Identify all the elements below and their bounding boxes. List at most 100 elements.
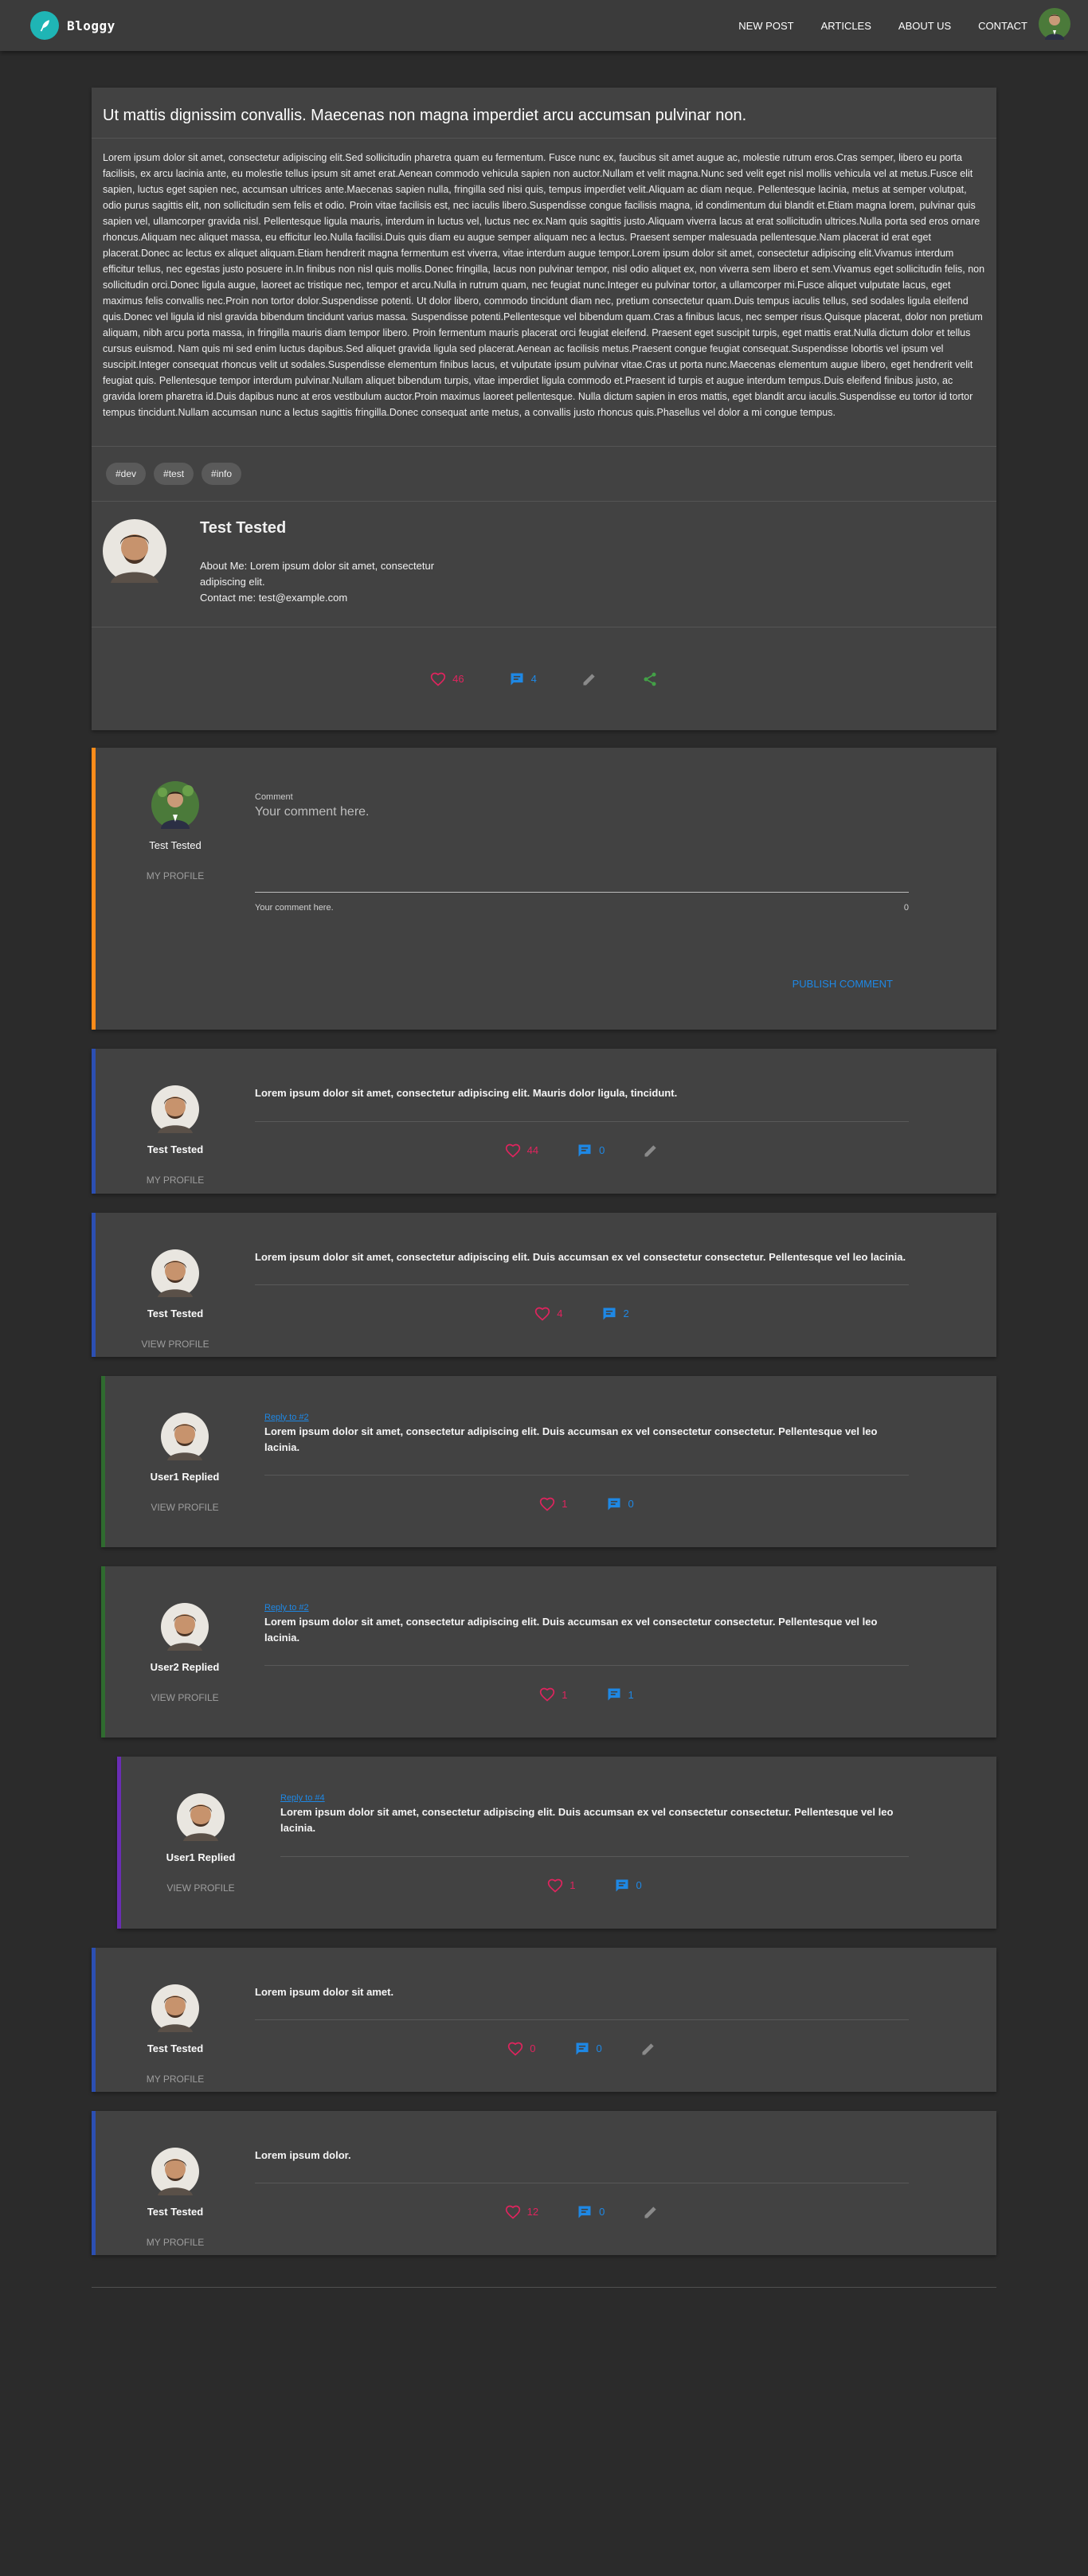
- commenter-avatar[interactable]: [161, 1602, 209, 1655]
- top-navbar: Bloggy NEW POST ARTICLES ABOUT US CONTAC…: [0, 0, 1088, 51]
- commenter-name: Test Tested: [147, 2042, 204, 2054]
- commenter-name: User2 Replied: [150, 1660, 220, 1673]
- commenter-avatar[interactable]: [151, 1249, 199, 1301]
- comment-icon: [576, 2042, 588, 2055]
- comment-text: Lorem ipsum dolor sit amet, consectetur …: [264, 1615, 878, 1644]
- edit-button[interactable]: [581, 671, 597, 687]
- profile-link[interactable]: VIEW PROFILE: [151, 1502, 218, 1513]
- comment-card: Test Tested MY PROFILE Lorem ipsum dolor…: [92, 2110, 996, 2255]
- edit-button[interactable]: [640, 2041, 656, 2057]
- heart-icon: [505, 2205, 520, 2219]
- tag-chip[interactable]: #test: [154, 463, 194, 485]
- commenter-avatar[interactable]: [177, 1793, 225, 1845]
- publish-comment-button[interactable]: PUBLISH COMMENT: [793, 978, 893, 990]
- comment-card: User1 Replied VIEW PROFILE Reply to #2 L…: [101, 1375, 996, 1547]
- commenter-avatar[interactable]: [151, 2147, 199, 2199]
- comment-label: Comment: [255, 792, 293, 803]
- comment-body: Lorem ipsum dolor sit amet, consectetur …: [255, 1213, 996, 1357]
- profile-link[interactable]: VIEW PROFILE: [141, 1339, 209, 1350]
- like-button[interactable]: 0: [507, 2041, 536, 2057]
- nav-about-us[interactable]: ABOUT US: [898, 20, 951, 32]
- author-avatar[interactable]: [103, 519, 166, 606]
- article-card: Ut mattis dignissim convallis. Maecenas …: [92, 88, 996, 731]
- comment-author: Test Tested MY PROFILE: [96, 2111, 255, 2255]
- comment-actions: 0 0: [255, 2041, 909, 2092]
- nav-new-post[interactable]: NEW POST: [738, 20, 793, 32]
- reply-count: 0: [596, 2042, 602, 2055]
- like-button[interactable]: 12: [505, 2204, 538, 2220]
- comment-text: Lorem ipsum dolor sit amet.: [255, 1985, 394, 1998]
- comment-form: Test Tested MY PROFILE Comment Your comm…: [92, 748, 996, 1030]
- commenter-name: Test Tested: [147, 1307, 204, 1319]
- reply-count: 1: [628, 1688, 634, 1701]
- author-name: Test Tested: [200, 519, 287, 537]
- comment-body: Lorem ipsum dolor sit amet, consectetur …: [255, 1049, 996, 1193]
- reply-button[interactable]: 0: [577, 2204, 605, 2220]
- nav-contact[interactable]: CONTACT: [978, 20, 1027, 32]
- commenter-avatar[interactable]: [161, 1412, 209, 1464]
- reply-to-link[interactable]: Reply to #2: [264, 1413, 909, 1422]
- reply-button[interactable]: 0: [614, 1878, 642, 1894]
- like-button[interactable]: 1: [547, 1878, 576, 1894]
- heart-icon: [508, 2042, 523, 2056]
- reply-to-link[interactable]: Reply to #2: [264, 1603, 909, 1612]
- comment-textarea[interactable]: [255, 805, 909, 893]
- tag-chip[interactable]: #info: [202, 463, 242, 485]
- heart-icon: [548, 1878, 563, 1893]
- profile-link[interactable]: MY PROFILE: [147, 1175, 204, 1186]
- user-avatar[interactable]: [151, 781, 199, 833]
- like-button[interactable]: 46: [430, 671, 464, 687]
- reply-button[interactable]: 0: [606, 1496, 634, 1512]
- comment-helper-text: Your comment here.: [255, 903, 334, 913]
- comment-card: Test Tested VIEW PROFILE Lorem ipsum dol…: [92, 1212, 996, 1357]
- commenter-name: Test Tested: [147, 1143, 204, 1156]
- commenter-avatar[interactable]: [151, 1984, 199, 2036]
- comment-body: Reply to #2 Lorem ipsum dolor sit amet, …: [264, 1376, 996, 1547]
- comments-button[interactable]: 4: [509, 671, 537, 687]
- profile-link[interactable]: MY PROFILE: [147, 2074, 204, 2085]
- commenter-avatar[interactable]: [151, 1085, 199, 1137]
- edit-button[interactable]: [643, 2204, 659, 2220]
- comment-card: User2 Replied VIEW PROFILE Reply to #2 L…: [101, 1566, 996, 1738]
- user-avatar[interactable]: [1039, 7, 1070, 44]
- comment-author: Test Tested VIEW PROFILE: [96, 1213, 255, 1357]
- main-nav: NEW POST ARTICLES ABOUT US CONTACT: [738, 7, 1070, 44]
- pencil-icon: [644, 2207, 657, 2218]
- like-button[interactable]: 1: [539, 1496, 568, 1512]
- comment-text: Lorem ipsum dolor sit amet, consectetur …: [280, 1806, 894, 1835]
- pencil-icon: [642, 2043, 654, 2055]
- reply-button[interactable]: 0: [577, 1143, 605, 1159]
- nav-articles[interactable]: ARTICLES: [821, 20, 871, 32]
- profile-link[interactable]: VIEW PROFILE: [166, 1882, 234, 1894]
- edit-button[interactable]: [643, 1143, 659, 1159]
- comment-icon: [511, 673, 523, 686]
- like-count: 46: [452, 673, 464, 686]
- reply-button[interactable]: 2: [601, 1306, 629, 1322]
- comment-actions: 12 0: [255, 2204, 909, 2255]
- heart-icon: [540, 1687, 555, 1702]
- share-button[interactable]: [642, 671, 658, 687]
- article-body: Lorem ipsum dolor sit amet, consectetur …: [103, 152, 985, 418]
- profile-link[interactable]: VIEW PROFILE: [151, 1692, 218, 1703]
- tag-chip[interactable]: #dev: [106, 463, 147, 485]
- author-about: About Me: Lorem ipsum dolor sit amet, co…: [200, 560, 435, 588]
- profile-link[interactable]: MY PROFILE: [147, 2237, 204, 2248]
- my-profile-link[interactable]: MY PROFILE: [147, 870, 204, 881]
- commenter-name: User1 Replied: [150, 1470, 220, 1483]
- reply-to-link[interactable]: Reply to #4: [280, 1793, 909, 1803]
- reply-count: 0: [599, 2206, 605, 2218]
- like-count: 0: [530, 2042, 536, 2055]
- comment-author: User2 Replied VIEW PROFILE: [105, 1566, 264, 1738]
- like-button[interactable]: 44: [505, 1143, 538, 1159]
- comment-text: Lorem ipsum dolor.: [255, 2148, 351, 2161]
- comment-char-counter: 0: [903, 903, 909, 913]
- brand-name[interactable]: Bloggy: [67, 18, 115, 33]
- comment-divider: [280, 1855, 909, 1857]
- reply-button[interactable]: 1: [606, 1687, 634, 1702]
- reply-button[interactable]: 0: [574, 2041, 602, 2057]
- comment-list: Test Tested MY PROFILE Lorem ipsum dolor…: [92, 1049, 996, 2255]
- like-button[interactable]: 4: [534, 1306, 563, 1322]
- like-button[interactable]: 1: [539, 1687, 568, 1702]
- comment-card: Test Tested MY PROFILE Lorem ipsum dolor…: [92, 1947, 996, 2092]
- feather-icon[interactable]: [30, 11, 59, 40]
